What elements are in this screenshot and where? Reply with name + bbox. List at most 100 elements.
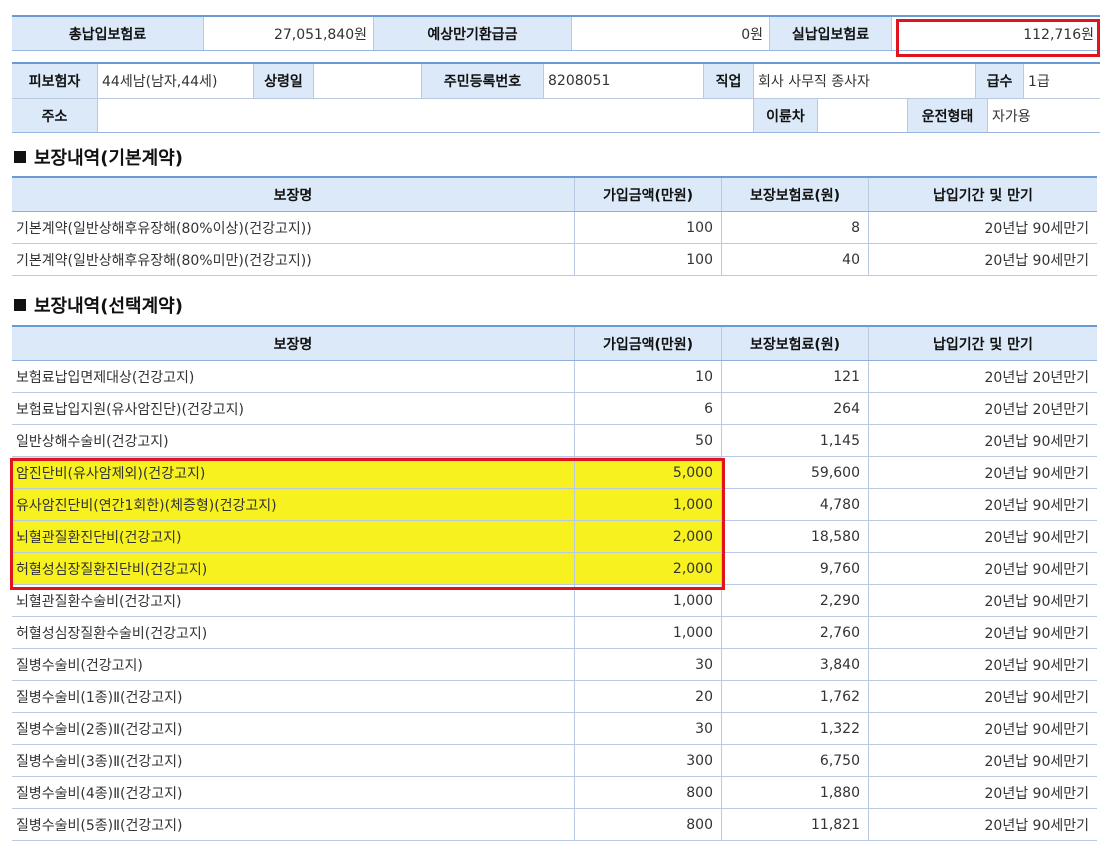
payment-term-cell: 20년납 90세만기 — [984, 625, 1089, 642]
optional-coverage-heading: 보장내역(선택계약) — [14, 292, 183, 318]
highlight-red-box — [10, 458, 725, 590]
payment-term-cell: 20년납 90세만기 — [984, 657, 1089, 674]
coverage-name-cell: 허혈성심장질환수술비(건강고지) — [12, 617, 575, 648]
table-row: 질병수술비(2종)Ⅱ(건강고지) 30 1,322 20년납 90세만기 — [12, 713, 1097, 745]
table-row: 질병수술비(건강고지) 30 3,840 20년납 90세만기 — [12, 649, 1097, 681]
total-premium-value: 27,051,840원 — [204, 17, 374, 50]
payment-term-cell: 20년납 90세만기 — [984, 529, 1089, 546]
sum-insured-cell: 1,000 — [575, 617, 722, 648]
table-header: 보장명 가입금액(만원) 보장보험료(원) 납입기간 및 만기 — [12, 327, 1097, 361]
basic-coverage-title: 보장내역(기본계약) — [34, 148, 183, 169]
insured-info-table: 피보험자 44세남(남자,44세) 상령일 주민등록번호 8208051 직업 … — [12, 62, 1100, 133]
table-row: 일반상해수술비(건강고지) 50 1,145 20년납 90세만기 — [12, 425, 1097, 457]
payment-term-cell: 20년납 90세만기 — [984, 252, 1089, 269]
table-row: 기본계약(일반상해후유장해(80%미만)(건강고지)) 100 40 20년납 90세… — [12, 244, 1097, 276]
premium-cell: 1,145 — [722, 425, 869, 456]
payment-term-cell: 20년납 90세만기 — [984, 220, 1089, 237]
payment-term-cell: 20년납 90세만기 — [984, 593, 1089, 610]
sum-insured-cell: 10 — [575, 361, 722, 392]
payment-term-cell: 20년납 20년만기 — [984, 401, 1089, 418]
sum-insured-cell: 300 — [575, 745, 722, 776]
coverage-name-cell: 질병수술비(1종)Ⅱ(건강고지) — [12, 681, 575, 712]
premium-cell: 3,840 — [722, 649, 869, 680]
table-row: 허혈성심장질환수술비(건강고지) 1,000 2,760 20년납 90세만기 — [12, 617, 1097, 649]
rrn-value: 8208051 — [544, 64, 704, 98]
coverage-name-cell: 보험료납입지원(유사암진단)(건강고지) — [12, 393, 575, 424]
sum-insured-cell: 100 — [575, 212, 722, 243]
actual-premium-label: 실납입보험료 — [770, 17, 892, 50]
rrn-label: 주민등록번호 — [422, 64, 544, 98]
sangryeong-label: 상령일 — [254, 64, 314, 98]
actual-premium-highlight-box — [896, 19, 1100, 57]
expected-refund-label: 예상만기환급금 — [374, 17, 572, 50]
premium-cell: 1,880 — [722, 777, 869, 808]
table-row: 질병수술비(3종)Ⅱ(건강고지) 300 6,750 20년납 90세만기 — [12, 745, 1097, 777]
payment-term-cell: 20년납 90세만기 — [984, 433, 1089, 450]
payment-term-cell: 20년납 90세만기 — [984, 785, 1089, 802]
sum-insured-cell: 20 — [575, 681, 722, 712]
coverage-name-cell: 질병수술비(4종)Ⅱ(건강고지) — [12, 777, 575, 808]
payment-term-cell: 20년납 90세만기 — [984, 465, 1089, 482]
table-row: 보험료납입지원(유사암진단)(건강고지) 6 264 20년납 20년만기 — [12, 393, 1097, 425]
sum-insured-cell: 800 — [575, 777, 722, 808]
coverage-name-cell: 일반상해수술비(건강고지) — [12, 425, 575, 456]
premium-cell: 1,322 — [722, 713, 869, 744]
coverage-name-cell: 질병수술비(5종)Ⅱ(건강고지) — [12, 809, 575, 840]
premium-cell: 8 — [722, 212, 869, 243]
sum-insured-cell: 30 — [575, 649, 722, 680]
col-payment-term: 납입기간 및 만기 — [933, 187, 1033, 204]
coverage-name-cell: 질병수술비(2종)Ⅱ(건강고지) — [12, 713, 575, 744]
payment-term-cell: 20년납 90세만기 — [984, 497, 1089, 514]
insured-value: 44세남(남자,44세) — [98, 64, 254, 98]
table-row: 질병수술비(1종)Ⅱ(건강고지) 20 1,762 20년납 90세만기 — [12, 681, 1097, 713]
basic-coverage-heading: 보장내역(기본계약) — [14, 144, 183, 170]
grade-value: 1급 — [1028, 74, 1050, 90]
sum-insured-cell: 800 — [575, 809, 722, 840]
optional-coverage-rows: 보험료납입면제대상(건강고지) 10 121 20년납 20년만기 보험료납입지원(유사… — [12, 361, 1097, 841]
bike-value — [818, 99, 908, 132]
col-coverage-premium: 보장보험료(원) — [722, 327, 869, 360]
basic-coverage-table: 보장명 가입금액(만원) 보장보험료(원) 납입기간 및 만기 기본계약(일반상… — [12, 176, 1097, 276]
insured-label: 피보험자 — [12, 64, 98, 98]
address-label: 주소 — [12, 99, 98, 132]
premium-cell: 121 — [722, 361, 869, 392]
driving-type-value: 자가용 — [992, 108, 1031, 125]
table-row: 보험료납입면제대상(건강고지) 10 121 20년납 20년만기 — [12, 361, 1097, 393]
insured-info-row: 피보험자 44세남(남자,44세) 상령일 주민등록번호 8208051 직업 … — [12, 64, 1100, 98]
sum-insured-cell: 6 — [575, 393, 722, 424]
premium-cell: 2,290 — [722, 585, 869, 616]
premium-cell: 2,760 — [722, 617, 869, 648]
col-payment-term: 납입기간 및 만기 — [933, 336, 1033, 353]
payment-term-cell: 20년납 90세만기 — [984, 817, 1089, 834]
square-bullet-icon — [14, 299, 26, 311]
coverage-name-cell: 질병수술비(3종)Ⅱ(건강고지) — [12, 745, 575, 776]
coverage-name-cell: 질병수술비(건강고지) — [12, 649, 575, 680]
premium-cell: 1,762 — [722, 681, 869, 712]
payment-term-cell: 20년납 20년만기 — [984, 369, 1089, 386]
premium-cell: 11,821 — [722, 809, 869, 840]
job-label: 직업 — [704, 64, 754, 98]
col-coverage-name: 보장명 — [12, 178, 575, 211]
job-value: 회사 사무직 종사자 — [754, 64, 976, 98]
total-premium-label: 총납입보험료 — [12, 17, 204, 50]
coverage-name-cell: 기본계약(일반상해후유장해(80%이상)(건강고지)) — [12, 212, 575, 243]
sum-insured-cell: 100 — [575, 244, 722, 275]
coverage-name-cell: 기본계약(일반상해후유장해(80%미만)(건강고지)) — [12, 244, 575, 275]
col-coverage-name: 보장명 — [12, 327, 575, 360]
table-row: 질병수술비(5종)Ⅱ(건강고지) 800 11,821 20년납 90세만기 — [12, 809, 1097, 841]
address-row: 주소 이륜차 운전형태 자가용 — [12, 98, 1100, 132]
table-header: 보장명 가입금액(만원) 보장보험료(원) 납입기간 및 만기 — [12, 178, 1097, 212]
premium-cell: 9,760 — [722, 553, 869, 584]
expected-refund-value: 0원 — [572, 17, 770, 50]
col-coverage-premium: 보장보험료(원) — [722, 178, 869, 211]
driving-type-label: 운전형태 — [908, 99, 988, 132]
bike-label: 이륜차 — [754, 99, 818, 132]
table-row: 질병수술비(4종)Ⅱ(건강고지) 800 1,880 20년납 90세만기 — [12, 777, 1097, 809]
premium-cell: 4,780 — [722, 489, 869, 520]
sangryeong-value — [314, 64, 422, 98]
payment-term-cell: 20년납 90세만기 — [984, 753, 1089, 770]
payment-term-cell: 20년납 90세만기 — [984, 561, 1089, 578]
premium-cell: 264 — [722, 393, 869, 424]
payment-term-cell: 20년납 90세만기 — [984, 721, 1089, 738]
square-bullet-icon — [14, 151, 26, 163]
